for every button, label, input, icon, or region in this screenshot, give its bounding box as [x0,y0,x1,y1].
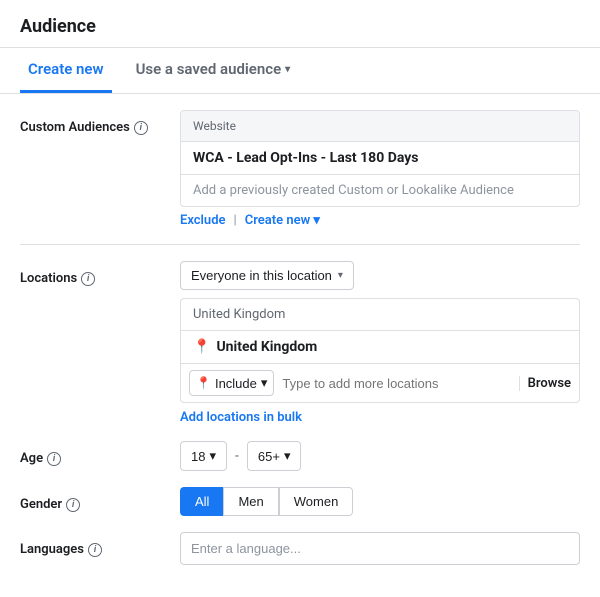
locations-row: Locations i Everyone in this location ▾ … [20,261,580,425]
locations-info-icon[interactable]: i [81,272,95,286]
browse-button[interactable]: Browse [519,376,571,391]
chevron-down-icon: ▾ [285,64,290,75]
location-input-row: 📍 Include ▾ Browse [181,364,579,402]
page-title: Audience [0,0,600,48]
gender-row: Gender i All Men Women [20,487,580,516]
location-box: United Kingdom 📍 United Kingdom 📍 Includ… [180,298,580,403]
locations-label: Locations i [20,261,180,286]
age-selector: 18 ▾ - 65+ ▾ [180,441,580,471]
age-info-icon[interactable]: i [47,452,61,466]
age-label: Age i [20,441,180,466]
add-bulk-link-container: Add locations in bulk [180,409,580,425]
age-control: 18 ▾ - 65+ ▾ [180,441,580,471]
audience-box: Website WCA - Lead Opt-Ins - Last 180 Da… [180,110,580,207]
link-divider: | [234,213,237,228]
audience-page: Audience Create new Use a saved audience… [0,0,600,597]
custom-audiences-control: Website WCA - Lead Opt-Ins - Last 180 Da… [180,110,580,228]
gender-info-icon[interactable]: i [66,498,80,512]
chevron-down-icon: ▾ [261,375,268,391]
tab-create-new[interactable]: Create new [20,48,112,93]
languages-label: Languages i [20,532,180,557]
age-separator: - [235,448,239,464]
language-input[interactable] [180,532,580,565]
languages-row: Languages i [20,532,580,565]
gender-label: Gender i [20,487,180,512]
location-country-header: United Kingdom [181,299,579,331]
locations-control: Everyone in this location ▾ United Kingd… [180,261,580,425]
location-type-dropdown[interactable]: Everyone in this location ▾ [180,261,354,290]
gender-control: All Men Women [180,487,580,516]
custom-audiences-row: Custom Audiences i Website WCA - Lead Op… [20,110,580,228]
audience-box-placeholder: Add a previously created Custom or Looka… [181,174,579,206]
age-row: Age i 18 ▾ - 65+ ▾ [20,441,580,471]
content-area: Custom Audiences i Website WCA - Lead Op… [0,94,600,597]
tab-saved-audience[interactable]: Use a saved audience ▾ [128,48,299,93]
audience-links: Exclude | Create new ▾ [180,213,580,228]
gender-all-button[interactable]: All [180,487,223,516]
gender-selector: All Men Women [180,487,580,516]
add-bulk-link[interactable]: Add locations in bulk [180,410,302,425]
location-search-input[interactable] [282,376,514,391]
chevron-down-icon: ▾ [338,270,343,281]
location-country-item: 📍 United Kingdom [181,331,579,364]
audience-box-header: Website [181,111,579,142]
chevron-down-icon: ▾ [209,448,216,464]
languages-info-icon[interactable]: i [88,543,102,557]
section-divider [20,244,580,245]
chevron-down-icon: ▾ [313,213,320,228]
custom-audiences-info-icon[interactable]: i [134,121,148,135]
pin-icon: 📍 [193,339,210,355]
languages-control [180,532,580,565]
chevron-down-icon: ▾ [284,448,291,464]
exclude-link[interactable]: Exclude [180,213,226,228]
include-dropdown[interactable]: 📍 Include ▾ [189,370,274,396]
create-new-link[interactable]: Create new ▾ [245,213,320,228]
age-min-dropdown[interactable]: 18 ▾ [180,441,227,471]
tabs-row: Create new Use a saved audience ▾ [0,48,600,94]
age-max-dropdown[interactable]: 65+ ▾ [247,441,302,471]
gender-men-button[interactable]: Men [223,487,278,516]
pin-icon-small: 📍 [196,376,211,390]
custom-audiences-label: Custom Audiences i [20,110,180,135]
audience-box-item: WCA - Lead Opt-Ins - Last 180 Days [181,142,579,174]
gender-women-button[interactable]: Women [279,487,354,516]
